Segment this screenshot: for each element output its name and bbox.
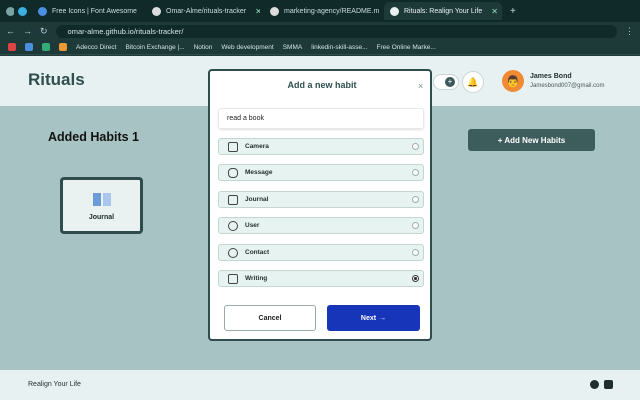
- next-label: Next: [360, 314, 377, 322]
- bookmark-icon[interactable]: [42, 43, 50, 51]
- habit-option-message[interactable]: Message: [218, 164, 424, 181]
- option-radio[interactable]: [412, 169, 419, 176]
- habit-option-contact[interactable]: Contact: [218, 244, 424, 261]
- arrow-right-icon: →: [379, 314, 387, 322]
- toggle-button[interactable]: +: [433, 74, 459, 90]
- book-icon: [92, 192, 111, 206]
- bookmark-link[interactable]: Web development: [221, 44, 273, 51]
- tab-favicon: [390, 6, 399, 16]
- app-footer: Realign Your Life: [0, 370, 640, 400]
- bookmark-link[interactable]: Bitcoin Exchange |...: [125, 44, 184, 51]
- option-radio[interactable]: [412, 249, 419, 256]
- habit-card-journal[interactable]: Journal: [60, 177, 143, 234]
- user-icon: [228, 220, 238, 231]
- browser-tab[interactable]: marketing-agency/README.m✕: [264, 2, 380, 20]
- bookmark-link[interactable]: SMMA: [283, 44, 303, 51]
- habit-card-label: Journal: [88, 213, 115, 221]
- option-radio[interactable]: [412, 222, 419, 229]
- camera-icon: [228, 141, 238, 152]
- reload-icon[interactable]: ↻: [40, 26, 48, 37]
- back-icon[interactable]: ←: [6, 26, 15, 36]
- bookmark-icon[interactable]: [59, 43, 67, 51]
- option-radio[interactable]: [412, 196, 419, 203]
- add-habit-modal: Add a new habit × read a book Camera Mes…: [208, 69, 432, 341]
- new-tab-icon[interactable]: +: [510, 6, 516, 17]
- bookmark-link[interactable]: Free Online Marke...: [377, 44, 436, 51]
- close-icon[interactable]: ×: [418, 81, 423, 91]
- github-icon[interactable]: [590, 380, 599, 389]
- close-tab-icon[interactable]: ✕: [255, 7, 260, 16]
- option-label: Writing: [245, 275, 268, 282]
- bookmark-link[interactable]: Adecco Direct: [76, 44, 116, 51]
- profile-icon: [6, 6, 14, 16]
- message-icon: [228, 167, 238, 178]
- tab-label: Omar-Alme/rituals-tracker: [166, 7, 247, 15]
- plus-icon: +: [445, 77, 455, 87]
- habit-option-camera[interactable]: Camera: [218, 138, 424, 155]
- browser-tab[interactable]: [6, 2, 14, 20]
- next-button[interactable]: Next →: [327, 305, 420, 331]
- gmail-icon[interactable]: [8, 43, 16, 51]
- flag-icon: [38, 6, 47, 16]
- tab-label: Rituals: Realign Your Life: [404, 7, 483, 15]
- bookmark-icon[interactable]: [25, 43, 33, 51]
- close-tab-icon[interactable]: ✕: [491, 7, 498, 16]
- book-icon: [228, 194, 238, 205]
- tab-label: Free Icons | Font Awesome: [52, 7, 137, 15]
- tab-label: marketing-agency/README.m: [284, 7, 380, 15]
- habit-name-input[interactable]: read a book: [218, 108, 424, 129]
- url-field[interactable]: omar-alme.github.io/rituals-tracker/: [55, 24, 617, 38]
- bookmark-link[interactable]: Notion: [194, 44, 213, 51]
- github-icon: [152, 6, 161, 16]
- modal-title: Add a new habit: [287, 80, 357, 90]
- bookmark-link[interactable]: linkedin-skill-asse...: [311, 44, 367, 51]
- linkedin-icon[interactable]: [604, 380, 613, 389]
- habit-option-user[interactable]: User: [218, 217, 424, 234]
- github-icon: [270, 6, 279, 16]
- option-label: User: [245, 222, 260, 229]
- tab-favicon: [18, 6, 27, 16]
- option-radio[interactable]: [412, 143, 419, 150]
- avatar: 👨: [502, 70, 524, 92]
- browser-tab-bar: Free Icons | Font Awesome✕ Omar-Alme/rit…: [0, 0, 640, 22]
- habit-option-writing[interactable]: Writing: [218, 270, 424, 287]
- added-habits-title: Added Habits 1: [48, 130, 139, 144]
- browser-tab[interactable]: Omar-Alme/rituals-tracker ✕: [146, 2, 260, 20]
- forward-icon[interactable]: →: [23, 26, 32, 36]
- writing-icon: [228, 273, 238, 284]
- footer-tagline: Realign Your Life: [28, 381, 81, 388]
- user-name: James Bond: [530, 73, 572, 80]
- browser-tab[interactable]: [18, 2, 28, 20]
- option-label: Contact: [245, 249, 270, 256]
- user-profile[interactable]: 👨 James Bond Jamesbond007@gmail.com: [502, 70, 604, 92]
- extensions-icon[interactable]: ⋮: [625, 26, 634, 37]
- option-label: Message: [245, 169, 273, 176]
- option-label: Journal: [245, 196, 269, 203]
- browser-tab[interactable]: Free Icons | Font Awesome✕: [32, 2, 142, 20]
- bell-icon[interactable]: 🔔: [462, 71, 484, 93]
- add-new-habits-button[interactable]: + Add New Habits: [468, 129, 595, 151]
- cancel-button[interactable]: Cancel: [224, 305, 316, 331]
- bookmarks-bar: Adecco Direct Bitcoin Exchange |... Noti…: [0, 40, 640, 55]
- option-label: Camera: [245, 143, 269, 150]
- address-bar-row: ← → ↻ omar-alme.github.io/rituals-tracke…: [0, 22, 640, 40]
- phone-icon: [228, 247, 238, 258]
- app-logo[interactable]: Rituals: [28, 70, 85, 90]
- browser-tab-active[interactable]: Rituals: Realign Your Life ✕: [384, 2, 502, 20]
- habit-option-journal[interactable]: Journal: [218, 191, 424, 208]
- option-radio-selected[interactable]: [412, 275, 419, 282]
- user-email: Jamesbond007@gmail.com: [530, 83, 605, 89]
